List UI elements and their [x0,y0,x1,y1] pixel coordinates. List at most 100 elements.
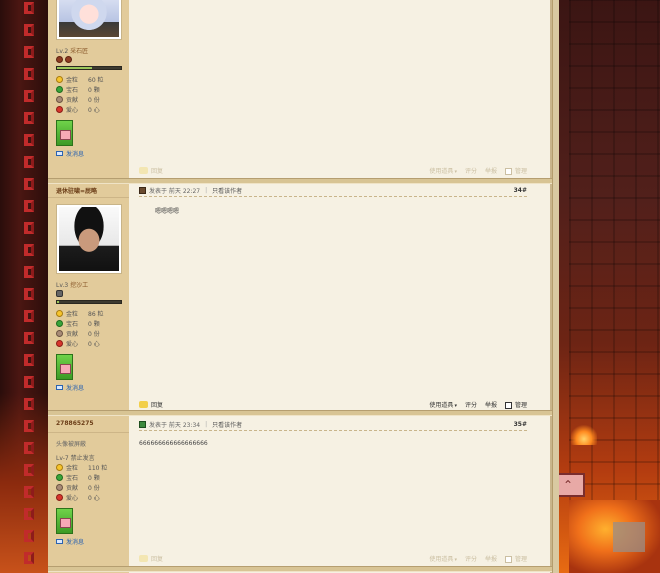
chain-link [24,24,34,36]
manage-checkbox[interactable] [504,555,512,563]
right-background: ⌃ [551,0,660,573]
stat-value: 0 份 [88,484,100,492]
stat-value: 0 份 [88,330,100,338]
heart-icon [56,339,63,347]
stat-label: 宝石 [66,320,79,328]
report-button[interactable]: 举报 [485,400,497,409]
user-level: Lv-7 禁止发言 [56,453,129,462]
only-author-link[interactable]: 只看该作者 [212,186,242,195]
badge-icon[interactable] [56,120,73,146]
avatar[interactable] [56,204,122,274]
use-tool-label: 使用道具 [429,555,454,563]
exp-bar [56,300,122,304]
report-button[interactable]: 举报 [485,554,497,563]
level-number: Lv-7 [56,455,69,462]
chain-link [24,200,34,212]
stat-label: 金粒 [66,76,79,84]
use-tool-button[interactable]: 使用道具▾ [429,166,457,175]
chain-link [24,112,34,124]
post-actions: 回复 使用道具▾ 评分 举报 管理 [139,165,527,175]
contribution-icon [56,483,63,491]
floor-number[interactable]: 35# [514,421,527,428]
badge-icon[interactable] [56,354,73,380]
chain-link [24,68,34,80]
stat-gem: 宝石 0 颗 [56,84,129,94]
medals [56,290,129,298]
stat-contribution: 贡献 0 份 [56,328,129,338]
avatar-blocked-label: 头像被屏蔽 [56,441,87,448]
stat-value: 0 颗 [88,320,100,328]
reply-button[interactable]: 回复 [151,166,163,175]
heart-icon [56,105,63,113]
stat-label: 贡献 [66,96,79,104]
chevron-down-icon: ▾ [454,402,457,409]
author-name[interactable]: 退休驻啸=屁略 [56,186,129,195]
stat-love: 爱心 0 心 [56,104,129,114]
medal-icon [65,56,72,63]
chain-link [24,442,34,454]
gem-icon [56,319,63,327]
badge-icon[interactable] [56,508,73,534]
report-button[interactable]: 举报 [485,166,497,175]
floor-number[interactable]: 34# [514,187,527,194]
rate-button[interactable]: 评分 [465,554,477,563]
author-name-divider [48,432,129,433]
reply-icon [139,554,148,562]
post-main: 发表于 前天 23:34 | 只看该作者 35# 666666666666666… [139,418,527,471]
chain-link [24,266,34,278]
chain-link [24,332,34,344]
post-meta: 发表于 前天 22:27 | 只看该作者 34# [139,184,527,197]
stat-gold: 金粒 60 粒 [56,74,129,84]
stone-block [613,522,645,552]
manage-label: 管理 [514,555,527,563]
stat-label: 金粒 [66,464,79,472]
avatar[interactable] [56,0,122,40]
gold-icon [56,75,63,83]
avatar-image [59,0,119,37]
heart-icon [56,493,63,501]
fire-decoration [571,425,597,445]
stat-label: 贡献 [66,484,79,492]
reply-button[interactable]: 回复 [151,554,163,563]
contribution-icon [56,95,63,103]
use-tool-button[interactable]: 使用道具▾ [429,400,457,409]
post-icon [139,186,146,194]
stat-label: 宝石 [66,86,79,94]
user-level: Lv.3 挖沙工 [56,280,129,289]
medal-icon [56,290,63,297]
rate-button[interactable]: 评分 [465,400,477,409]
author-profile: 头像被屏蔽 Lv-7 禁止发言 金粒 110 粒 宝石 0 颗 贡献 0 份 爱心 0 … [48,439,129,546]
stat-contribution: 贡献 0 份 [56,94,129,104]
chain-link [24,508,34,520]
avatar-image [59,207,119,271]
manage-checkbox[interactable] [504,167,512,175]
send-message-link[interactable]: 发消息 [56,383,129,392]
manage-button[interactable]: 管理 [504,400,527,409]
stat-value: 0 心 [88,340,100,348]
stat-contribution: 贡献 0 份 [56,482,129,492]
mail-icon [56,538,63,544]
gold-icon [56,309,63,317]
use-tool-button[interactable]: 使用道具▾ [429,554,457,563]
only-author-link[interactable]: 只看该作者 [212,420,242,429]
post-action-links: 使用道具▾ 评分 举报 管理 [429,166,527,175]
rate-button[interactable]: 评分 [465,166,477,175]
chain-link [24,420,34,432]
send-message-link[interactable]: 发消息 [56,537,129,546]
stat-label: 金粒 [66,310,79,318]
send-message-link[interactable]: 发消息 [56,149,129,158]
manage-checkbox[interactable] [504,401,512,409]
post-actions: 回复 使用道具▾ 评分 举报 管理 [139,553,527,563]
author-name[interactable]: 278865275 [56,420,129,429]
chain-link [24,90,34,102]
manage-button[interactable]: 管理 [504,554,527,563]
reply-button[interactable]: 回复 [151,400,163,409]
gem-icon [56,85,63,93]
user-level: Lv.2 采石匠 [56,46,129,55]
post-meta: 发表于 前天 23:34 | 只看该作者 35# [139,418,527,431]
post-divider [48,566,553,572]
manage-button[interactable]: 管理 [504,166,527,175]
stat-label: 爱心 [66,494,79,502]
chain-link [24,178,34,190]
chain-link [24,288,34,300]
